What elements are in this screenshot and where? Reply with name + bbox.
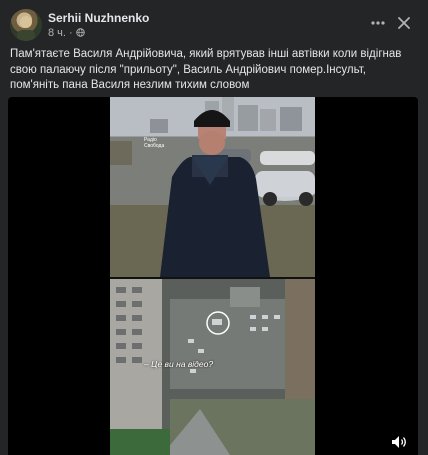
video-scene-interview: Радіо Свобода xyxy=(110,97,315,277)
more-options-icon[interactable] xyxy=(368,13,388,33)
video-caption: – Це ви на відео? xyxy=(144,359,214,369)
post-header: Serhii Nuzhnenko 8 ч. · xyxy=(10,9,418,41)
video-watermark: Радіо Свобода xyxy=(144,137,164,149)
post-time[interactable]: 8 ч. xyxy=(48,27,66,39)
volume-icon[interactable] xyxy=(391,435,407,449)
post-text: Пам'ятаєте Василя Андрійовича, який врят… xyxy=(10,48,402,91)
avatar[interactable] xyxy=(10,9,42,41)
interview-illustration xyxy=(110,97,315,277)
close-icon[interactable] xyxy=(394,13,414,33)
video-frame[interactable]: Радіо Свобода – Це ви на відео? xyxy=(110,97,315,455)
author-name[interactable]: Serhii Nuzhnenko xyxy=(48,11,149,25)
post-meta: 8 ч. · xyxy=(48,27,85,39)
watermark-line-2: Свобода xyxy=(144,143,165,149)
facebook-post: Serhii Nuzhnenko 8 ч. · Пам'ятаєте Василя… xyxy=(0,0,428,455)
meta-separator: · xyxy=(68,27,73,39)
globe-icon[interactable] xyxy=(75,28,85,37)
video-player[interactable]: Радіо Свобода – Це ви на відео? xyxy=(8,97,418,455)
